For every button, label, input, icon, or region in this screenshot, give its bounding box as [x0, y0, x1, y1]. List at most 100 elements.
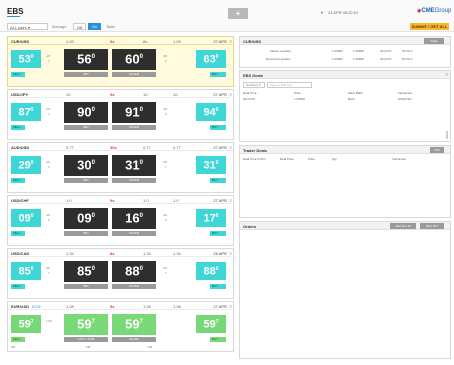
buy-button[interactable]: BUY	[210, 72, 226, 77]
tile-pair[interactable]: USD/JPY	[11, 92, 31, 97]
app-header: EBS + ▼ 24 APR 09:22:01 ◉CMEGroup ALL pai…	[0, 0, 454, 32]
tile-spread-timer: 9s	[110, 39, 115, 44]
tile-menu-icon[interactable]: ≡	[230, 304, 232, 309]
tile-value-date: 27 APR	[213, 198, 227, 203]
tile-high: 1.34	[143, 251, 151, 256]
tile-menu-icon[interactable]: ≡	[230, 39, 232, 44]
offer-price-box[interactable]: 600	[112, 49, 156, 70]
sell-button[interactable]: SELL	[11, 284, 25, 289]
sell-quote-box[interactable]: 597 5.0M	[11, 315, 41, 335]
col-deal-price: Deal Price	[280, 157, 294, 161]
deals-scrollbar[interactable]	[446, 131, 448, 139]
todo-button[interactable]: Todo	[106, 23, 115, 30]
tile-low: 1.0	[66, 198, 72, 203]
get-mt-button[interactable]: GET M/T	[420, 223, 444, 229]
tile-high: 1.0	[143, 198, 149, 203]
sell-button[interactable]: SELL	[11, 125, 25, 130]
buy-size-top: 4/0	[163, 266, 168, 270]
sell-size-bottom: 6	[48, 165, 50, 169]
tile-high: 1.08	[143, 304, 151, 309]
orders-panel: Orders GET ALL M GET M/T	[239, 221, 451, 359]
bid-price-box[interactable]: 850	[64, 261, 108, 282]
offer-label-bar: OFFER	[112, 72, 156, 77]
bid-price-box[interactable]: 300	[64, 155, 108, 176]
tile-low: 1.09	[66, 39, 74, 44]
deals-search-input[interactable]: Type or filter key	[267, 82, 312, 88]
trader-deals-title: Trader Deals	[243, 148, 268, 153]
col-deal-time: Deal Time	[243, 91, 257, 95]
offer-price-box[interactable]: 597	[112, 314, 156, 335]
tile-low: 1.08	[66, 304, 74, 309]
bid-price-box[interactable]: 900	[64, 102, 108, 123]
sell-button[interactable]: SELL	[11, 231, 25, 236]
offer-label-bar: OFFER	[112, 231, 156, 236]
offer-price-box[interactable]: 310	[112, 155, 156, 176]
app-logo: EBS	[7, 7, 24, 16]
sell-size-top: 4/0	[46, 160, 51, 164]
bid-price-box[interactable]: 090	[64, 208, 108, 229]
tile-pair[interactable]: EUR/USD ECN	[11, 304, 40, 309]
buy-quote-box[interactable]: 630	[196, 50, 226, 68]
status-dot-icon: ▼	[320, 10, 324, 15]
received-liquidity-amount: 50.00 m	[402, 57, 413, 61]
sell-quote-box[interactable]: 290	[11, 156, 41, 174]
sell-quote-box[interactable]: 090	[11, 209, 41, 227]
col-instrument: Instrument	[398, 91, 413, 95]
offer-price-box[interactable]: 160	[112, 208, 156, 229]
orders-title: Orders	[243, 224, 257, 229]
sell-size-bottom: 7	[48, 271, 50, 275]
offer-price-box[interactable]: 880	[112, 261, 156, 282]
trade-button[interactable]: Trade	[424, 38, 444, 44]
ebs-deals-menu-icon[interactable]: ≡	[446, 72, 448, 77]
tile-header: USD/CHF 1.0 9s 1.0 1.0 27 APR ≡	[8, 196, 233, 204]
brand-logo: ◉CMEGroup	[417, 8, 452, 14]
tile-pair[interactable]: USD/CAD	[11, 251, 32, 256]
tile-foot-mid: 1M	[86, 345, 91, 349]
sell-quote-box[interactable]: 530	[11, 50, 41, 68]
buy-quote-box[interactable]: 170	[196, 209, 226, 227]
bid-label-bar: BID	[64, 125, 108, 130]
buy-button[interactable]: BUY	[210, 125, 226, 130]
tile-header: AUD/USD 0.77 30s 0.77 0.77 27 APR ≡	[8, 143, 233, 151]
tile-pair[interactable]: USD/CHF	[11, 198, 32, 203]
sell-quote-box[interactable]: 850	[11, 262, 41, 280]
col-instrument-2: Instrument	[392, 157, 407, 161]
csv-export-button[interactable]: CSV	[430, 147, 444, 153]
trader-deals-header: Trader Deals CSV	[240, 146, 450, 154]
sell-button[interactable]: SELL	[11, 72, 25, 77]
buy-button[interactable]: BUY	[210, 284, 226, 289]
toggle-off-button[interactable]: Off	[73, 23, 86, 30]
bid-price-box[interactable]: 560	[64, 49, 108, 70]
tile-menu-icon[interactable]: ≡	[230, 92, 232, 97]
buy-quote-box[interactable]: 940	[196, 103, 226, 121]
sell-button[interactable]: SELL	[11, 337, 25, 342]
received-liquidity-b: 1.09895	[353, 57, 364, 61]
bid-label-bar: LAST • 5.0M	[64, 337, 108, 342]
tile-menu-icon[interactable]: ≡	[230, 198, 232, 203]
tile-menu-icon[interactable]: ≡	[230, 145, 232, 150]
bid-price-box[interactable]: 597	[64, 314, 108, 335]
get-all-button[interactable]: GET ALL M	[390, 223, 416, 229]
buy-button[interactable]: BUY	[210, 337, 226, 342]
tile-menu-icon[interactable]: ≡	[230, 251, 232, 256]
tile-low: 10.	[66, 92, 72, 97]
add-tile-button[interactable]: +	[228, 8, 248, 19]
buy-size-top: 4/0	[163, 160, 168, 164]
sell-quote-box[interactable]: 870	[11, 103, 41, 121]
buy-button[interactable]: BUY	[210, 178, 226, 183]
sell-button[interactable]: SELL	[11, 178, 25, 183]
buy-size-bottom: 7	[165, 165, 167, 169]
currency-filter-select[interactable]: Currency ▾	[243, 82, 265, 88]
tile-pair[interactable]: AUD/USD	[11, 145, 32, 150]
market-liquidity-b: 1.09895	[353, 49, 364, 53]
pair-select[interactable]: ALL pairs ▾	[7, 23, 48, 30]
toggle-on-button[interactable]: On	[88, 23, 101, 30]
buy-quote-box[interactable]: 597	[196, 315, 226, 333]
submit-orders-button[interactable]: SUBMIT / GET ALL	[410, 23, 449, 30]
buy-button[interactable]: BUY	[210, 231, 226, 236]
buy-quote-box[interactable]: 310	[196, 156, 226, 174]
buy-quote-box[interactable]: 880	[196, 262, 226, 280]
tile-pair[interactable]: CUR/USD	[11, 39, 32, 44]
tile-low: 0.77	[66, 145, 74, 150]
offer-price-box[interactable]: 910	[112, 102, 156, 123]
